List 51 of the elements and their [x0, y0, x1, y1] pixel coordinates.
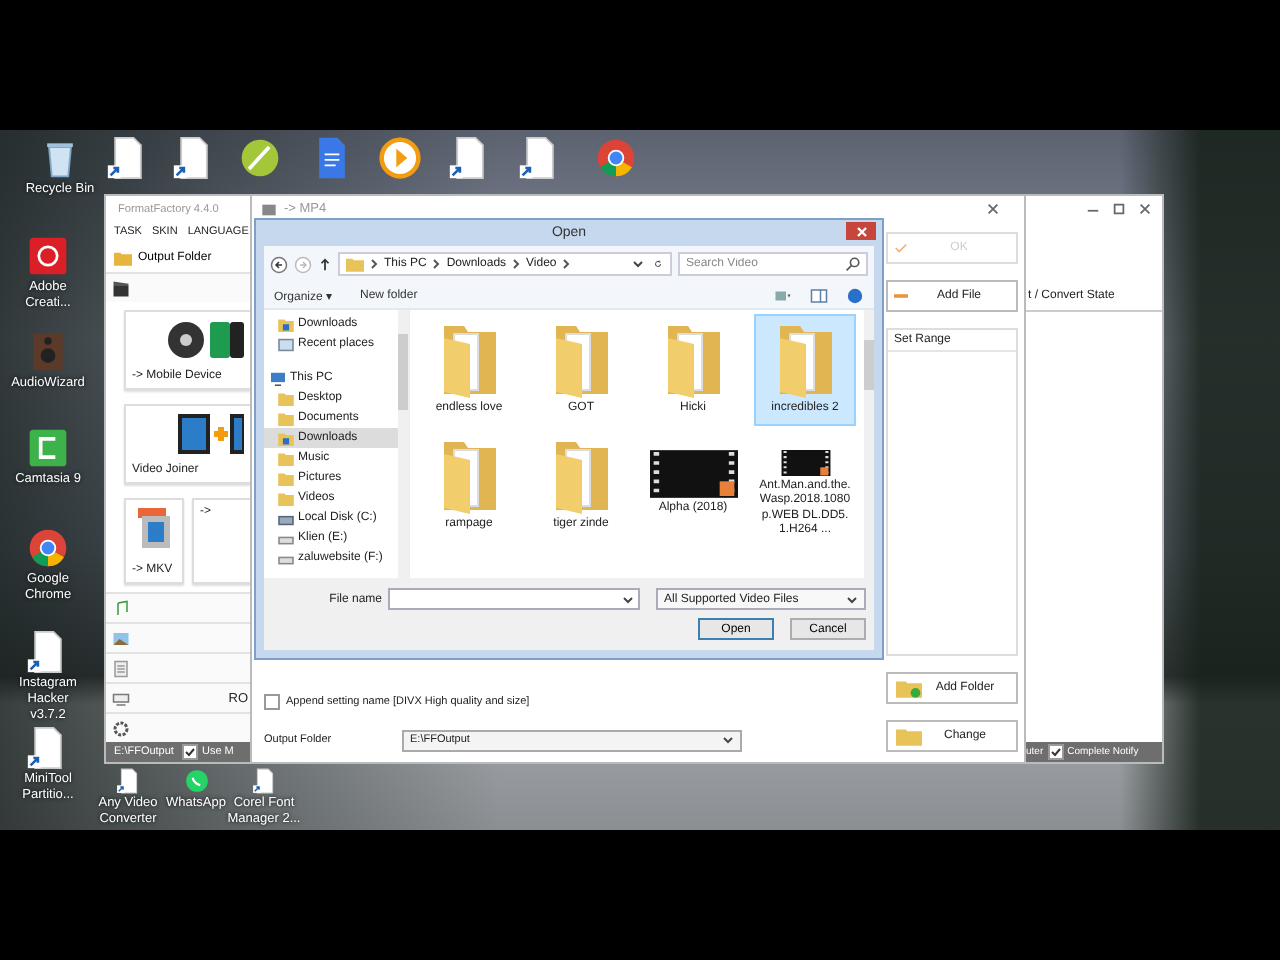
- folder-icon: [114, 249, 132, 265]
- close-button[interactable]: [846, 222, 876, 240]
- caret-icon[interactable]: [846, 595, 858, 603]
- gear-icon[interactable]: [112, 719, 130, 737]
- computer-icon: [270, 371, 286, 385]
- film-reel-phone-icon: [164, 318, 244, 362]
- scrollbar[interactable]: [864, 310, 874, 578]
- download-folder-icon: [278, 431, 294, 445]
- chevron-icon[interactable]: [432, 258, 441, 270]
- picture-icon[interactable]: [112, 629, 130, 647]
- pen-app-icon[interactable]: [238, 136, 282, 180]
- music-note-icon[interactable]: [112, 599, 130, 617]
- maximize-icon[interactable]: [1112, 202, 1126, 216]
- refresh-icon[interactable]: [652, 260, 664, 268]
- chevron-icon[interactable]: [562, 258, 571, 270]
- caret-icon[interactable]: [622, 596, 634, 604]
- close-icon[interactable]: [986, 202, 1000, 216]
- browser-icon[interactable]: [26, 526, 70, 570]
- check-icon: [894, 242, 908, 254]
- scrollbar[interactable]: [398, 310, 408, 578]
- checkbox[interactable]: [264, 694, 280, 710]
- video-thumbnail: [649, 450, 737, 498]
- document-icon[interactable]: [112, 659, 130, 677]
- caret-icon[interactable]: [632, 260, 644, 268]
- add-file-icon: [894, 290, 908, 302]
- recent-places-icon: [278, 337, 294, 351]
- search-icon[interactable]: [844, 256, 862, 272]
- preview-pane-icon[interactable]: [810, 287, 828, 303]
- up-arrow-icon[interactable]: [318, 257, 332, 271]
- download-folder-icon: [278, 317, 294, 331]
- app-icon: [260, 201, 278, 217]
- checkbox[interactable]: [1047, 744, 1064, 760]
- chat-app-icon[interactable]: [183, 768, 209, 794]
- creative-app-icon[interactable]: [26, 234, 70, 278]
- checkbox[interactable]: [181, 744, 198, 760]
- mkv-file-icon: [134, 506, 174, 550]
- back-icon[interactable]: [270, 255, 288, 273]
- file-shortcut-icon[interactable]: [115, 768, 141, 794]
- browser-icon[interactable]: [594, 136, 638, 180]
- file-name-field[interactable]: [388, 588, 640, 610]
- folder-icon: [346, 256, 364, 272]
- clapperboard-icon[interactable]: [112, 279, 130, 297]
- close-icon: [853, 223, 869, 239]
- chevron-icon[interactable]: [512, 258, 521, 270]
- folder-icon: [896, 726, 922, 746]
- camtasia-app-icon[interactable]: [26, 426, 70, 470]
- folder-add-icon: [896, 678, 922, 698]
- close-icon[interactable]: [1138, 202, 1152, 216]
- play-button-icon[interactable]: [378, 136, 422, 180]
- chevron-icon[interactable]: [370, 258, 378, 270]
- caret-icon[interactable]: [722, 736, 734, 744]
